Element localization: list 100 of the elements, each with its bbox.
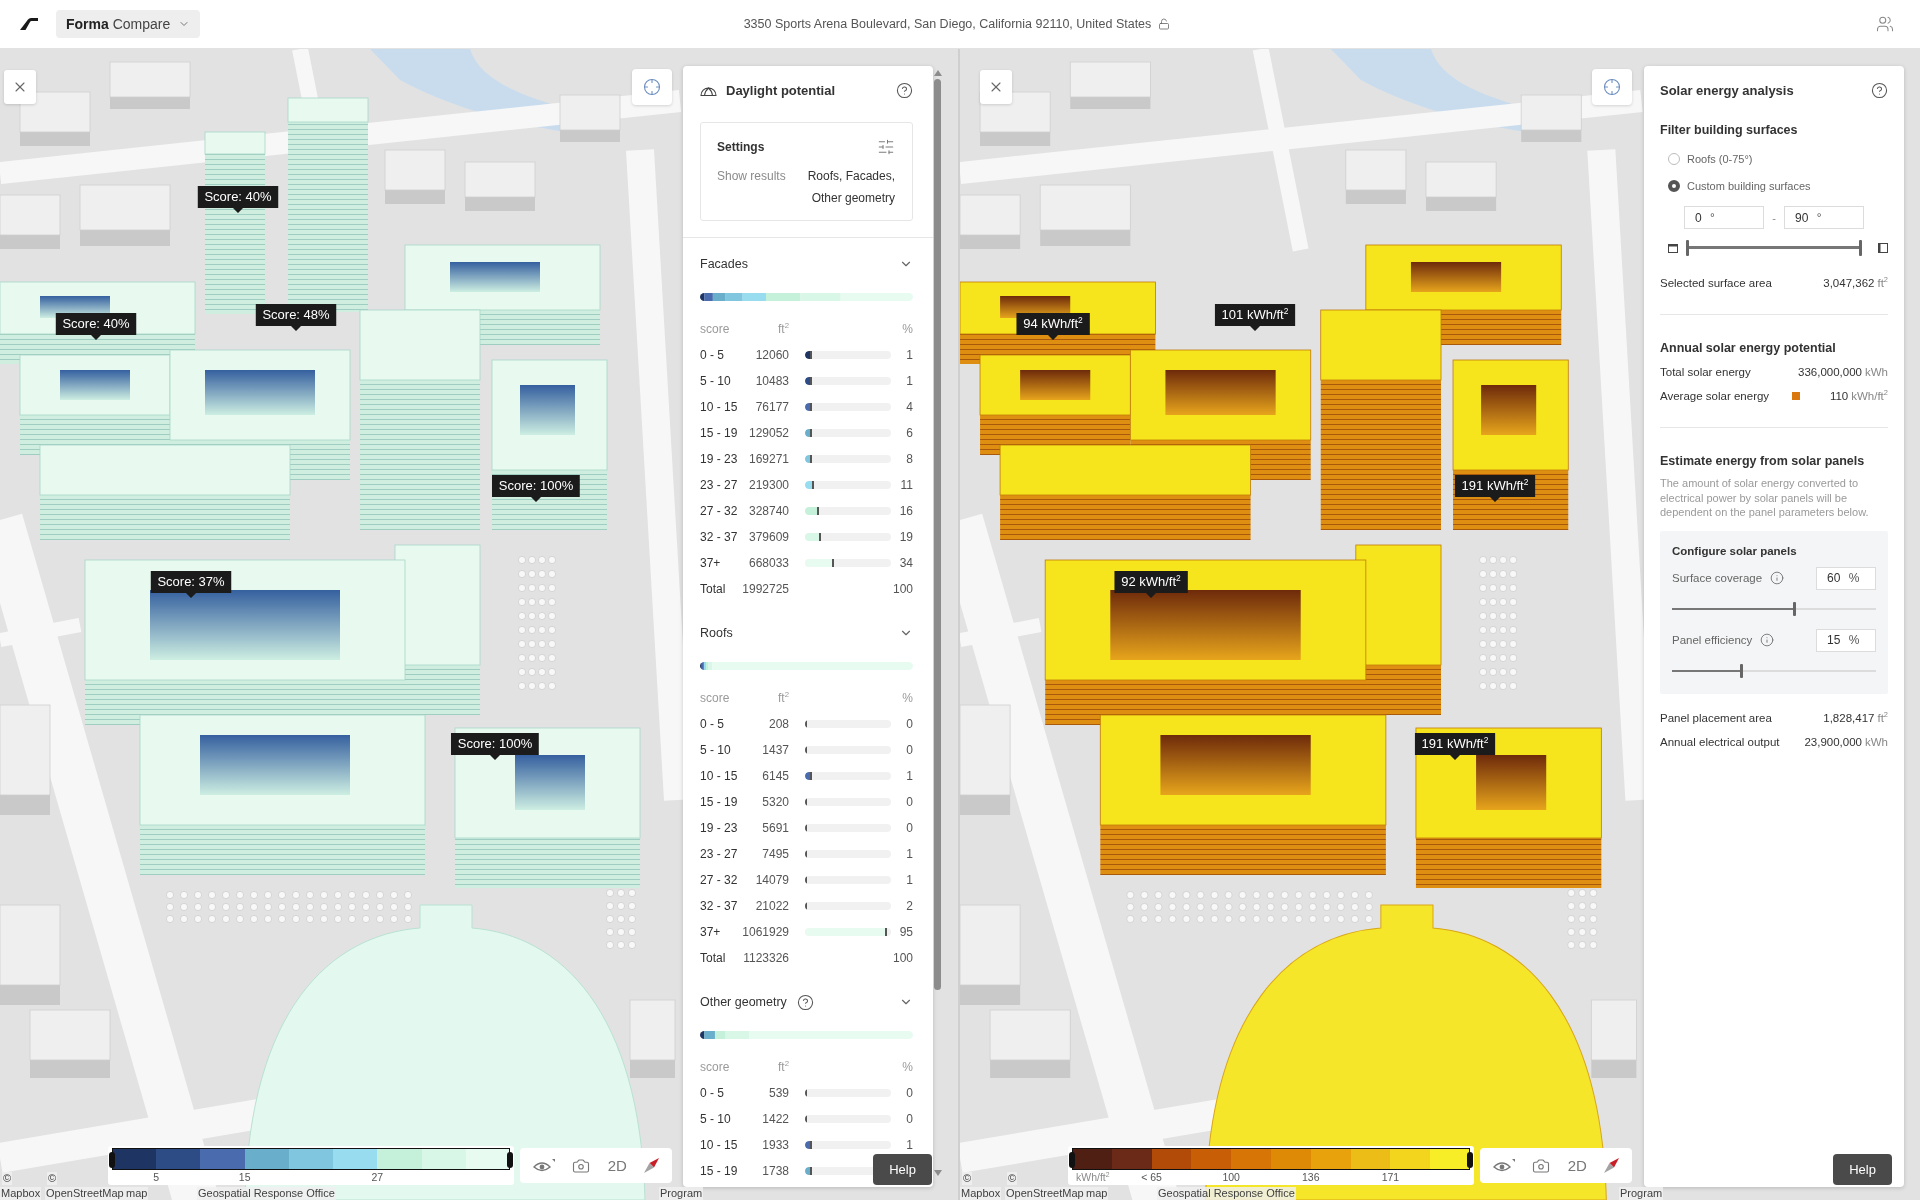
area-text: 10483	[755, 374, 789, 388]
half-dome-icon	[700, 84, 717, 96]
percent-text: 1	[906, 374, 913, 388]
legend-tick-label: 27	[371, 1170, 384, 1184]
column-header: %	[902, 322, 913, 336]
area-text: 328740	[748, 504, 789, 518]
camera-icon	[1532, 1156, 1551, 1175]
percent-text: 11	[900, 478, 913, 492]
scrollbar-thumb[interactable]	[934, 79, 941, 990]
range-handle[interactable]	[1467, 1152, 1473, 1168]
sliders-icon[interactable]	[877, 138, 895, 156]
view-mode-button[interactable]: 2D	[603, 1151, 631, 1180]
panel-title: Solar energy analysis	[1660, 82, 1794, 98]
legend-tick-label: 100	[1222, 1170, 1240, 1184]
range-handle[interactable]	[1069, 1152, 1075, 1168]
percent-text: 19	[899, 530, 913, 544]
attribution-text: Mapbox	[0, 1187, 42, 1200]
locate-button[interactable]	[1592, 69, 1632, 105]
legend-tick-label: 15	[238, 1170, 251, 1184]
score-range-text: 10 - 15	[700, 1138, 739, 1152]
area-text: 6145	[762, 769, 789, 783]
percent-text: 100	[892, 951, 913, 965]
column-header: ft$^{2}$	[778, 1060, 789, 1074]
percent-text: 100	[892, 582, 913, 596]
score-range-text: 15 - 19	[700, 1164, 739, 1178]
help-button[interactable]: Help	[1833, 1154, 1892, 1185]
area-text: 21022	[755, 899, 789, 913]
column-header: score	[700, 691, 730, 705]
help-button[interactable]: Help	[873, 1154, 932, 1185]
angle-input-field[interactable]: 0 °	[1684, 206, 1764, 229]
area-text: 539	[768, 1086, 789, 1100]
camera-icon	[572, 1156, 591, 1175]
attribution-text: ©	[1007, 1172, 1018, 1185]
context-building	[0, 194, 61, 249]
context-building	[979, 91, 1051, 146]
percent-input-field[interactable]: 60 %	[1816, 566, 1876, 590]
app-switcher-button[interactable]: Forma Compare	[56, 10, 201, 38]
score-range-text: 37+	[700, 556, 722, 570]
help-icon[interactable]	[1871, 81, 1888, 99]
radio-option[interactable]: Roofs (0-75°)	[1660, 145, 1753, 172]
range-handle[interactable]	[109, 1152, 115, 1168]
stat-value: 336,000,000 kWh	[1798, 366, 1888, 378]
info-icon[interactable]	[1760, 633, 1775, 647]
view-mode-button[interactable]: 2D	[1563, 1151, 1591, 1180]
percent-text: 0	[906, 821, 913, 835]
legend-tick-label: 171	[1381, 1170, 1400, 1184]
area-text: 379609	[748, 530, 789, 544]
slider-thumb[interactable]	[1859, 240, 1862, 256]
legend-unit: kWh/ft$^{2}$	[1075, 1170, 1110, 1184]
percent-text: 1	[906, 348, 913, 362]
area-text: 7495	[762, 847, 789, 861]
section-title: Annual solar energy potential	[1660, 340, 1837, 357]
attribution-text: Program	[1619, 1187, 1664, 1200]
context-building	[559, 94, 621, 142]
compass-icon	[644, 1158, 660, 1173]
locate-button[interactable]	[632, 69, 672, 105]
area-text: 1123326	[743, 951, 789, 965]
score-range-text: 19 - 23	[700, 821, 739, 835]
info-icon[interactable]	[1770, 571, 1785, 585]
settings-value: Roofs, Facades, Other geometry	[806, 168, 895, 207]
users-icon[interactable]	[1876, 15, 1894, 33]
angle-input-field[interactable]: 90 °	[1784, 206, 1864, 229]
percent-text: 1	[906, 873, 913, 887]
score-range-text: 0 - 5	[700, 717, 725, 731]
percent-input-field[interactable]: 15 %	[1816, 628, 1876, 652]
column-header: %	[902, 1060, 913, 1074]
attribution-text: Geospatial Response Office	[1157, 1187, 1296, 1200]
attribution-text: Geospatial Response Office	[197, 1187, 336, 1200]
crosshair-icon	[643, 78, 661, 96]
score-range-text: 23 - 27	[700, 847, 739, 861]
section-title: Facades	[700, 257, 748, 271]
legend-tick-label: 5	[153, 1170, 160, 1184]
column-header: ft$^{2}$	[778, 691, 789, 705]
scroll-down-arrow-icon[interactable]	[933, 1170, 942, 1176]
total-label: Total	[700, 951, 727, 965]
percent-text: 4	[906, 400, 913, 414]
area-text: 12060	[755, 348, 789, 362]
score-range-text: 32 - 37	[700, 530, 739, 544]
area-text: 668033	[748, 556, 789, 570]
slider-thumb[interactable]	[1740, 663, 1744, 678]
column-header: %	[902, 691, 913, 705]
range-handle[interactable]	[507, 1152, 513, 1168]
slider-thumb[interactable]	[1686, 240, 1689, 256]
scroll-up-arrow-icon[interactable]	[933, 70, 942, 76]
area-text: 129052	[748, 426, 789, 440]
help-icon[interactable]	[796, 993, 814, 1011]
area-text: 1738	[762, 1164, 789, 1178]
score-range-text: 5 - 10	[700, 374, 732, 388]
percent-text: 1	[906, 1138, 913, 1152]
help-icon[interactable]	[896, 81, 913, 99]
unlock-icon[interactable]	[1158, 18, 1171, 30]
stat-value: 3,047,362 ft$^{2}$	[1823, 277, 1888, 289]
context-building	[464, 161, 536, 211]
section-title: Other geometry	[700, 995, 787, 1009]
slider-thumb[interactable]	[1792, 601, 1796, 616]
logo-icon	[20, 18, 38, 30]
radio-option[interactable]: Custom building surfaces	[1660, 172, 1811, 199]
score-range-text: 10 - 15	[700, 769, 739, 783]
attribution-text: ©	[2, 1172, 13, 1185]
percent-text: 6	[906, 426, 913, 440]
